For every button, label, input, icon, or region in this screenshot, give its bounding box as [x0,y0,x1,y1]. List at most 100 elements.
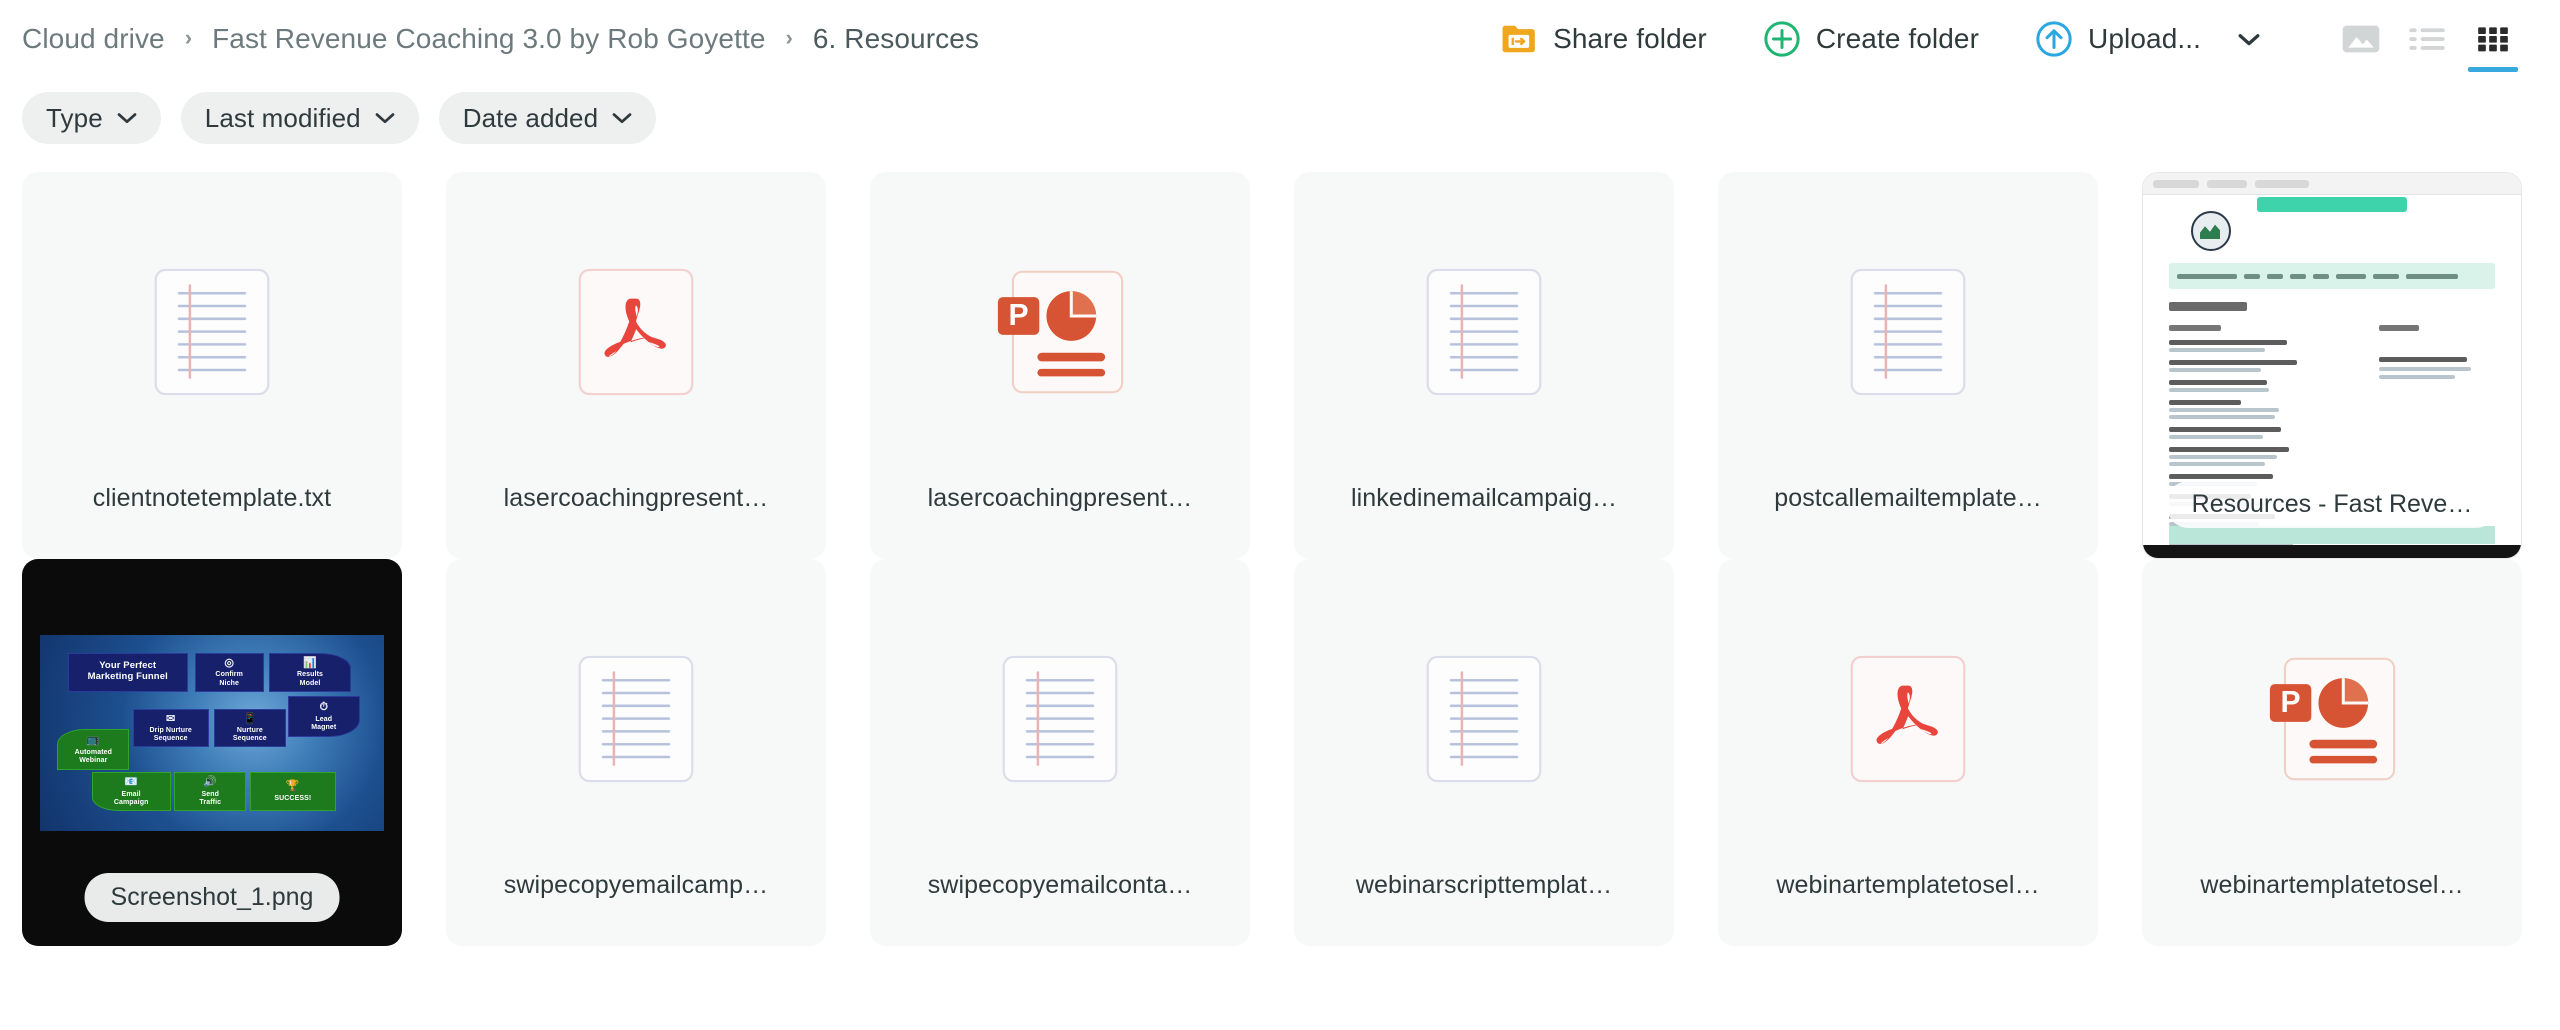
mini-link-item [2169,360,2317,372]
file-name: clientnotetemplate.txt [92,484,332,512]
breadcrumb-separator-icon: › [184,25,193,50]
file-cell: Resources - Fast Reve… [2120,172,2544,559]
file-tile-swipecopyemailcampaign[interactable]: swipecopyemailcamp… [446,559,826,946]
site-logo-icon [2191,211,2231,251]
funnel-node: 🔊 Send Traffic [174,772,247,812]
list-view-button[interactable] [2394,8,2460,70]
file-icon-zone [870,559,1250,871]
file-icon-zone [446,559,826,871]
mini-cta-button [2257,197,2407,212]
file-tile-resources-webpage[interactable]: Resources - Fast Reve… [2142,172,2522,559]
file-icon-zone [22,172,402,484]
breadcrumb-item-cloud-drive[interactable]: Cloud drive [22,23,165,55]
file-name: Resources - Fast Reve… [2165,481,2499,528]
funnel-node: 📱 Nurture Sequence [213,709,286,747]
mini-footer-band [2169,526,2495,544]
file-cell: lasercoachingpresent… [424,172,848,559]
file-cell: P lasercoachingpresent… [848,172,1272,559]
filter-chip-last-modified[interactable]: Last modified [180,92,419,144]
pdf-file-icon [1849,655,1967,783]
chevron-down-icon [117,112,137,124]
chevron-down-icon [612,112,632,124]
text-document-icon [577,655,695,783]
image-thumbnail: Your Perfect Marketing Funnel ◎ Confirm Nic… [40,635,384,831]
create-folder-button[interactable]: Create folder [1753,14,1989,64]
upload-circle-icon [2035,20,2073,58]
upload-button[interactable]: Upload... [2025,14,2270,64]
file-icon-zone: P [870,172,1250,484]
mini-subheading [2169,325,2221,331]
file-tile-webinarscripttemplate[interactable]: webinarscripttemplat… [1294,559,1674,946]
svg-text:P: P [1009,299,1029,332]
text-document-icon [153,268,271,396]
text-document-icon [1425,268,1543,396]
share-folder-button[interactable]: Share folder [1490,17,1717,61]
breadcrumb-separator-icon: › [785,25,793,50]
gallery-view-button[interactable] [2328,8,2394,70]
svg-text:P: P [2281,686,2301,719]
filter-chip-date-added[interactable]: Date added [438,92,657,144]
funnel-node: 📧 Email Campaign [91,772,171,812]
grid-view-button[interactable] [2460,8,2526,72]
funnel-node: 📊 Results Model [268,652,352,692]
mini-link-item [2169,400,2317,419]
mini-link-item [2169,447,2317,466]
funnel-node: ⏱ Lead Magnet [287,695,360,737]
breadcrumb: Cloud drive › Fast Revenue Coaching 3.0 … [22,23,979,55]
file-name: lasercoachingpresent… [503,484,769,512]
file-cell: clientnotetemplate.txt [0,172,424,559]
breadcrumb-item-folder[interactable]: Fast Revenue Coaching 3.0 by Rob Goyette [212,23,765,55]
mini-link-item [2169,427,2317,439]
top-toolbar: Cloud drive › Fast Revenue Coaching 3.0 … [0,0,2560,78]
file-icon-zone: P [2142,559,2522,871]
file-name: Screenshot_1.png [84,873,340,922]
funnel-node: ◎ Confirm Niche [194,652,264,692]
filter-bar: Type Last modified Date added [0,78,2560,150]
mini-link-item [2169,340,2317,352]
file-grid: clientnotetemplate.txt lasercoachingpres… [0,172,2560,946]
chevron-down-icon[interactable] [2216,33,2260,46]
file-icon-zone [1294,172,1674,484]
plus-circle-icon [1763,20,1801,58]
mini-tab [2207,179,2247,188]
mini-footer-bar [2143,545,2521,558]
file-name: lasercoachingpresent… [927,484,1193,512]
filter-chip-last-modified-label: Last modified [204,102,361,133]
file-icon-zone [446,172,826,484]
funnel-node: Your Perfect Marketing Funnel [67,652,188,692]
filter-chip-date-added-label: Date added [462,102,599,133]
file-tile-lasercoachingpresent-pdf[interactable]: lasercoachingpresent… [446,172,826,559]
file-cell: swipecopyemailconta… [848,559,1272,946]
view-mode-switcher [2328,8,2526,72]
file-tile-screenshot-1[interactable]: Your Perfect Marketing Funnel ◎ Confirm Nic… [22,559,402,946]
filter-chip-type[interactable]: Type [22,92,161,144]
toolbar-actions: Share folder Create folder Upload... [1490,8,2526,72]
file-tile-lasercoachingpresent-ppt[interactable]: P lasercoachingpresent… [870,172,1250,559]
file-cell: linkedinemailcampaig… [1272,172,1696,559]
upload-label: Upload... [2088,23,2201,54]
share-folder-label: Share folder [1553,23,1707,54]
file-tile-webinartemplatetosell-ppt[interactable]: P webinartemplatetosel… [2142,559,2522,946]
powerpoint-file-icon: P [996,268,1124,396]
filter-chip-type-label: Type [46,102,103,133]
file-tile-linkedinemailcampaign[interactable]: linkedinemailcampaig… [1294,172,1674,559]
text-document-icon [1425,655,1543,783]
file-tile-webinartemplatetosell-pdf[interactable]: webinartemplatetosel… [1718,559,2098,946]
create-folder-label: Create folder [1815,23,1980,54]
mini-link-item [2169,380,2317,392]
file-name: swipecopyemailconta… [927,871,1193,899]
file-cell: swipecopyemailcamp… [424,559,848,946]
file-name: postcallemailtemplate… [1774,484,2042,512]
file-tile-clientnotetemplate[interactable]: clientnotetemplate.txt [22,172,402,559]
mini-subheading [2379,325,2419,331]
mini-heading [2169,302,2247,311]
file-cell: P webinartemplatetosel… [2120,559,2544,946]
file-tile-postcallemailtemplate[interactable]: postcallemailtemplate… [1718,172,2098,559]
breadcrumb-item-current[interactable]: 6. Resources [813,23,979,55]
mini-nav [2169,263,2495,289]
file-name: webinarscripttemplat… [1355,871,1613,899]
file-tile-swipecopyemailcontact[interactable]: swipecopyemailconta… [870,559,1250,946]
pdf-file-icon [577,268,695,396]
mini-sidebar-item [2379,357,2471,379]
powerpoint-file-icon: P [2268,655,2396,783]
